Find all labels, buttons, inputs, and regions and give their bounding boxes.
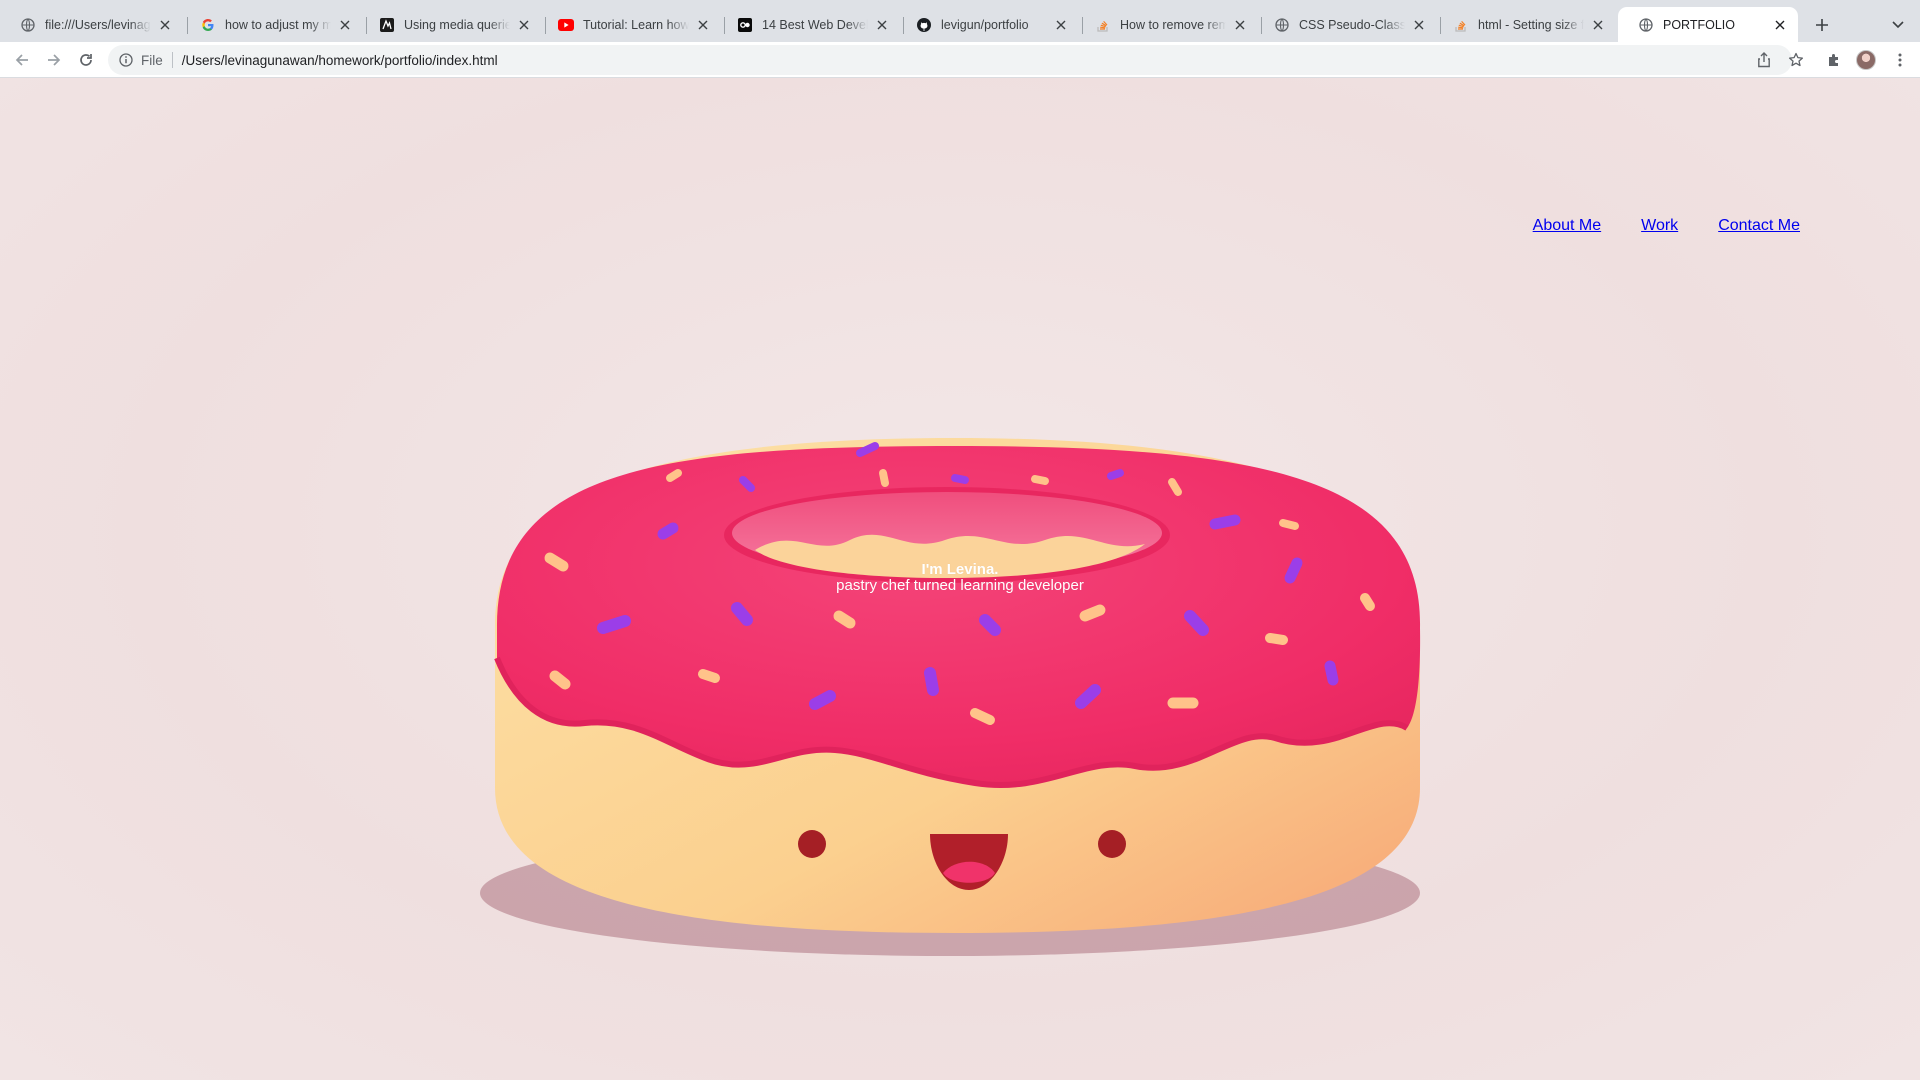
plus-icon <box>1816 19 1828 31</box>
close-icon[interactable] <box>1232 17 1248 33</box>
close-icon[interactable] <box>1053 17 1069 33</box>
hero-tagline: pastry chef turned learning developer <box>836 577 1084 594</box>
mdn-icon <box>379 17 395 33</box>
globe-icon <box>1638 17 1654 33</box>
close-icon[interactable] <box>1772 17 1788 33</box>
close-icon[interactable] <box>157 17 173 33</box>
scheme-label: File <box>141 52 163 68</box>
donut-illustration <box>480 438 1421 956</box>
youtube-icon <box>558 17 574 33</box>
tab-title: 14 Best Web Developer <box>762 17 868 32</box>
tab-stackoverflow-2[interactable]: html - Setting size for <box>1433 7 1616 42</box>
back-button[interactable] <box>8 46 36 74</box>
nav-link-about[interactable]: About Me <box>1533 217 1601 235</box>
tab-youtube[interactable]: Tutorial: Learn how to <box>538 7 721 42</box>
tab-css-pseudo[interactable]: CSS Pseudo-Classes <box>1254 7 1437 42</box>
address-bar[interactable]: File /Users/levinagunawan/homework/portf… <box>108 45 1804 75</box>
tab-github[interactable]: levigun/portfolio <box>896 7 1079 42</box>
stackoverflow-icon <box>1453 17 1469 33</box>
nav-link-work[interactable]: Work <box>1641 217 1678 235</box>
site-nav: About Me Work Contact Me <box>1533 217 1800 235</box>
globe-icon <box>1274 17 1290 33</box>
tab-dev[interactable]: 14 Best Web Developer <box>717 7 900 42</box>
close-icon[interactable] <box>1590 17 1606 33</box>
url-text[interactable]: /Users/levinagunawan/homework/portfolio/… <box>182 53 498 68</box>
reload-button[interactable] <box>72 46 100 74</box>
tab-title: Tutorial: Learn how to <box>583 17 689 32</box>
right-eye <box>1098 830 1126 858</box>
extensions-button[interactable] <box>1820 46 1848 74</box>
forward-button[interactable] <box>40 46 68 74</box>
tab-portfolio[interactable]: PORTFOLIO <box>1618 7 1798 42</box>
tab-strip: file:///Users/levinagunawan how to adjus… <box>0 0 1920 42</box>
page-viewport: About Me Work Contact Me I'm Levina. pas… <box>0 78 1920 1080</box>
arrow-right-icon <box>48 54 61 66</box>
tab-title: html - Setting size for <box>1478 17 1584 32</box>
github-icon <box>916 17 932 33</box>
profile-avatar[interactable] <box>1856 50 1876 70</box>
tab-title: levigun/portfolio <box>941 17 1029 32</box>
share-icon[interactable] <box>1750 45 1778 75</box>
chevron-down-icon <box>1892 21 1904 29</box>
puzzle-icon <box>1829 54 1838 66</box>
tab-title: How to remove remove <box>1120 17 1226 32</box>
tab-file[interactable]: file:///Users/levinagunawan <box>0 7 183 42</box>
close-icon[interactable] <box>516 17 532 33</box>
arrow-left-icon <box>15 54 28 66</box>
google-icon <box>200 17 216 33</box>
browser-toolbar: File /Users/levinagunawan/homework/portf… <box>0 42 1920 78</box>
globe-icon <box>20 17 36 33</box>
bookmark-star-icon[interactable] <box>1782 45 1810 75</box>
close-icon[interactable] <box>695 17 711 33</box>
dev-icon <box>737 17 753 33</box>
tab-title: how to adjust my media <box>225 17 331 32</box>
reload-icon <box>80 54 92 66</box>
tab-search-button[interactable] <box>1884 11 1912 39</box>
tab-stackoverflow[interactable]: How to remove remove <box>1075 7 1258 42</box>
menu-button[interactable] <box>1886 46 1914 74</box>
tab-title: Using media queries <box>404 17 510 32</box>
hero-intro: I'm Levina. pastry chef turned learning … <box>660 562 1260 594</box>
left-eye <box>798 830 826 858</box>
new-tab-button[interactable] <box>1808 11 1836 39</box>
info-icon[interactable] <box>118 52 134 68</box>
stackoverflow-icon <box>1095 17 1111 33</box>
omnibox-divider <box>171 52 173 68</box>
close-icon[interactable] <box>337 17 353 33</box>
close-icon[interactable] <box>1411 17 1427 33</box>
kebab-menu-icon <box>1898 53 1902 67</box>
tab-title: file:///Users/levinagunawan <box>45 17 151 32</box>
close-icon[interactable] <box>874 17 890 33</box>
tab-title: PORTFOLIO <box>1663 17 1736 32</box>
tab-title: CSS Pseudo-Classes <box>1299 17 1405 32</box>
tab-google[interactable]: how to adjust my media <box>180 7 363 42</box>
tab-mdn[interactable]: Using media queries <box>359 7 542 42</box>
hero-name: I'm Levina. <box>921 561 999 578</box>
nav-link-contact[interactable]: Contact Me <box>1718 217 1800 235</box>
